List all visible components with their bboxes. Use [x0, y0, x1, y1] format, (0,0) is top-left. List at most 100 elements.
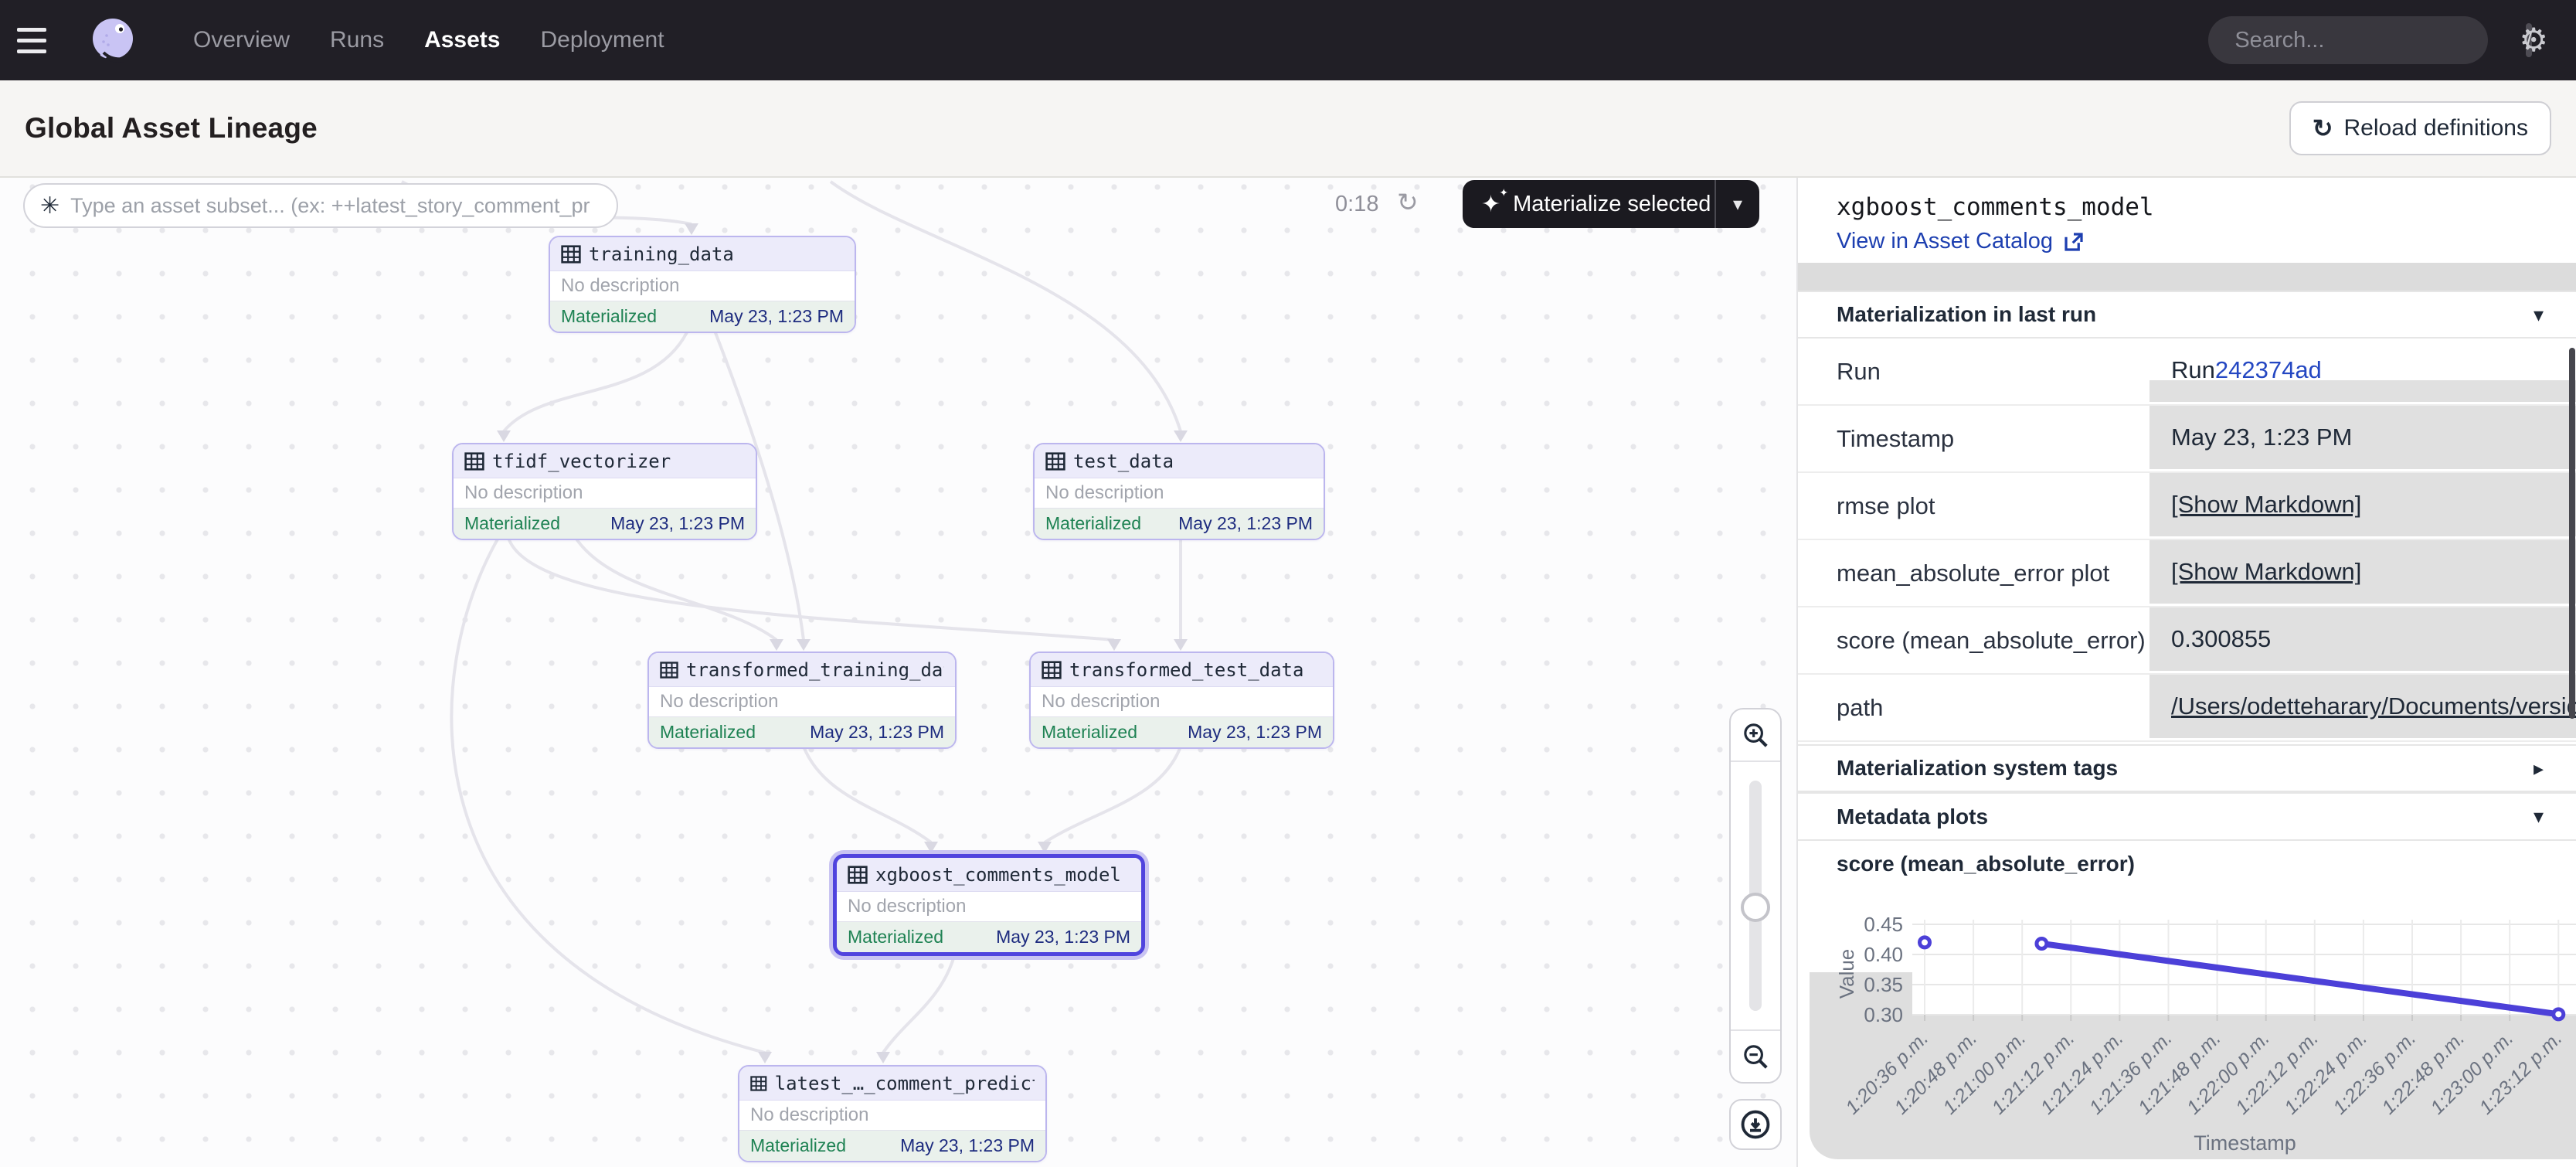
- asset-detail-panel: xgboost_comments_model View in Asset Cat…: [1796, 178, 2576, 1167]
- zoom-slider[interactable]: [1731, 762, 1780, 1029]
- asset-node[interactable]: transformed_training_data No description…: [647, 652, 957, 749]
- asset-node[interactable]: transformed_test_data No description Mat…: [1029, 652, 1334, 749]
- section-title: Materialization in last run: [1837, 302, 2096, 327]
- asset-node-name: transformed_test_data: [1069, 659, 1303, 681]
- reload-definitions-button[interactable]: ↻ Reload definitions: [2289, 101, 2551, 155]
- section-title: Metadata plots: [1837, 805, 1988, 829]
- download-graph-button[interactable]: [1729, 1099, 1782, 1150]
- materialized-date: May 23, 1:23 PM: [1188, 722, 1322, 743]
- chevron-down-icon: ▾: [2534, 805, 2544, 828]
- show-markdown-link[interactable]: [Show Markdown]: [2171, 558, 2361, 586]
- asset-node-name: transformed_training_data: [686, 659, 944, 681]
- metadata-value: Run 242374ad: [2149, 339, 2576, 404]
- show-markdown-link[interactable]: [Show Markdown]: [2171, 491, 2361, 519]
- page-scrollbar[interactable]: [2569, 348, 2575, 719]
- asset-subset-input[interactable]: [70, 194, 601, 218]
- chevron-right-icon: ▸: [2534, 757, 2544, 781]
- zoom-in-button[interactable]: [1731, 709, 1780, 760]
- asset-node[interactable]: xgboost_comments_model No description Ma…: [833, 854, 1145, 956]
- zoom-out-button[interactable]: [1731, 1031, 1780, 1082]
- materialized-status: Materialized: [561, 306, 657, 327]
- section-materialization-last-run[interactable]: Materialization in last run ▾: [1798, 291, 2576, 339]
- asset-node-description: No description: [739, 1101, 1045, 1130]
- asset-node[interactable]: latest_…_comment_predictions No descript…: [738, 1065, 1047, 1162]
- nav-tab-deployment[interactable]: Deployment: [540, 27, 664, 53]
- sparkle-icon: ✦✦: [1481, 191, 1500, 218]
- metadata-row: rmse plot[Show Markdown]: [1798, 473, 2576, 540]
- asset-node-footer: Materialized May 23, 1:23 PM: [454, 508, 756, 539]
- score-chart: 0.450.400.350.301:20:36 p.m.1:20:48 p.m.…: [1798, 912, 2576, 1167]
- asset-node-description: No description: [550, 271, 855, 301]
- nav-tab-runs[interactable]: Runs: [330, 27, 384, 53]
- materialized-status: Materialized: [660, 722, 756, 743]
- metadata-label: score (mean_absolute_error): [1798, 607, 2149, 673]
- metadata-plot-title: score (mean_absolute_error): [1837, 852, 2135, 876]
- asset-subset-filter[interactable]: ✳: [23, 183, 618, 228]
- materialize-dropdown-caret[interactable]: ▾: [1716, 193, 1759, 216]
- asset-node-name: training_data: [589, 243, 734, 265]
- hamburger-menu-icon[interactable]: [17, 15, 66, 65]
- y-tick-label: 0.40: [1864, 943, 1903, 966]
- materialized-date: May 23, 1:23 PM: [810, 722, 944, 743]
- zoom-slider-handle[interactable]: [1741, 893, 1770, 922]
- panel-scroll-band: [1798, 263, 2576, 291]
- page-title: Global Asset Lineage: [25, 112, 318, 145]
- horizontal-scrollbar[interactable]: [2149, 380, 2576, 402]
- materialized-date: May 23, 1:23 PM: [610, 513, 745, 534]
- table-icon: [464, 452, 484, 471]
- global-search[interactable]: /: [2208, 16, 2488, 64]
- asset-node-header: transformed_test_data: [1031, 653, 1333, 687]
- metadata-row: TimestampMay 23, 1:23 PM: [1798, 406, 2576, 473]
- asset-node-footer: Materialized May 23, 1:23 PM: [837, 921, 1141, 952]
- table-icon: [1042, 661, 1062, 679]
- metadata-row: score (mean_absolute_error)0.300855: [1798, 607, 2576, 675]
- asset-node-footer: Materialized May 23, 1:23 PM: [649, 716, 955, 747]
- materialized-date: May 23, 1:23 PM: [1178, 513, 1313, 534]
- table-icon: [848, 866, 868, 884]
- asset-node-description: No description: [649, 687, 955, 716]
- nav-tab-assets[interactable]: Assets: [424, 27, 500, 53]
- asset-node-name: tfidf_vectorizer: [492, 451, 671, 472]
- asset-title: xgboost_comments_model: [1837, 193, 2154, 221]
- view-in-asset-catalog-link[interactable]: View in Asset Catalog: [1837, 229, 2085, 254]
- path-link[interactable]: /Users/odetteharary/Documents/version: [2171, 692, 2576, 720]
- asset-node[interactable]: tfidf_vectorizer No description Material…: [452, 443, 757, 540]
- data-point: [2554, 1009, 2564, 1019]
- metadata-table: RunRun 242374adTimestampMay 23, 1:23 PMr…: [1798, 339, 2576, 742]
- link-label: View in Asset Catalog: [1837, 229, 2053, 254]
- metadata-value: May 23, 1:23 PM: [2149, 406, 2576, 471]
- x-axis-title: Timestamp: [2194, 1131, 2296, 1155]
- nav-tab-overview[interactable]: Overview: [193, 27, 290, 53]
- materialized-status: Materialized: [848, 927, 943, 948]
- dagster-logo-icon[interactable]: [88, 15, 138, 65]
- asset-node-header: transformed_training_data: [649, 653, 955, 687]
- table-icon: [660, 661, 678, 679]
- gear-icon[interactable]: ⚙: [2519, 24, 2548, 56]
- section-metadata-plots[interactable]: Metadata plots ▾: [1798, 792, 2576, 841]
- y-axis-title: Value: [1835, 949, 1858, 999]
- asset-node-footer: Materialized May 23, 1:23 PM: [1035, 508, 1324, 539]
- table-icon: [750, 1074, 767, 1093]
- metadata-value: [Show Markdown]: [2149, 473, 2576, 539]
- metadata-label: Run: [1798, 339, 2149, 404]
- download-icon: [1739, 1108, 1772, 1141]
- asset-node[interactable]: training_data No description Materialize…: [549, 236, 856, 333]
- table-icon: [561, 245, 581, 264]
- asset-node-footer: Materialized May 23, 1:23 PM: [1031, 716, 1333, 747]
- search-input[interactable]: [2234, 28, 2526, 53]
- nodes-layer: training_data No description Materialize…: [0, 178, 1796, 1167]
- zoom-controls: [1729, 708, 1782, 1084]
- asset-node[interactable]: test_data No description Materialized Ma…: [1033, 443, 1325, 540]
- chevron-down-icon: ▾: [2534, 303, 2544, 327]
- y-tick-label: 0.35: [1864, 973, 1903, 996]
- asset-node-header: training_data: [550, 237, 855, 271]
- dagster-app: Overview Runs Assets Deployment / ⚙ Global …: [0, 0, 2576, 1167]
- materialize-selected-button[interactable]: ✦✦ Materialize selected ▾: [1463, 180, 1759, 228]
- asset-node-description: No description: [1031, 687, 1333, 716]
- metadata-row: RunRun 242374ad: [1798, 339, 2576, 406]
- asset-graph-pane[interactable]: training_data No description Materialize…: [0, 178, 1796, 1167]
- asset-node-header: xgboost_comments_model: [837, 858, 1141, 892]
- reload-label: Reload definitions: [2344, 115, 2529, 141]
- refresh-icon[interactable]: ↻: [1397, 187, 1419, 217]
- section-materialization-system-tags[interactable]: Materialization system tags ▸: [1798, 744, 2576, 792]
